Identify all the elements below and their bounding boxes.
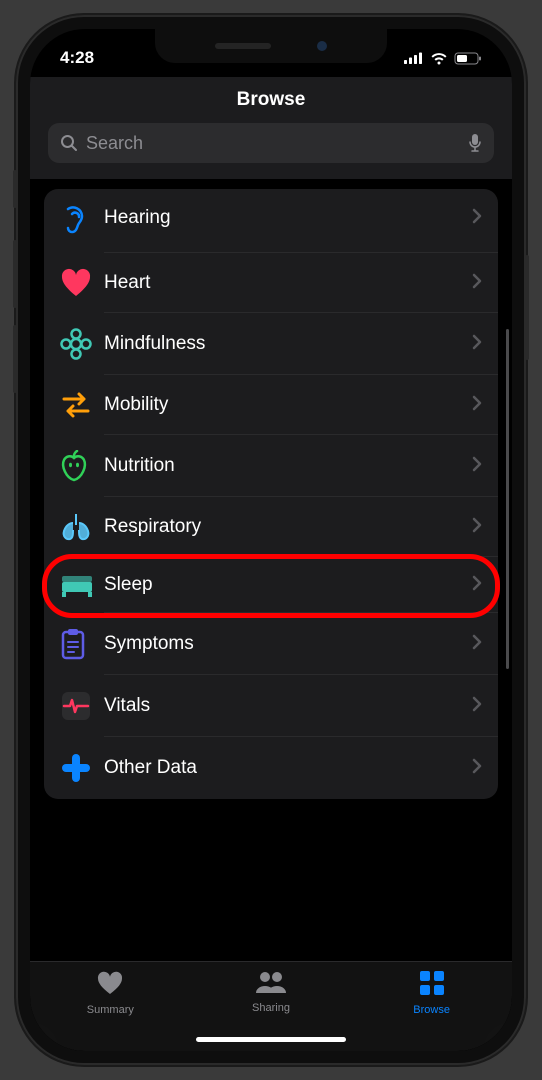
category-row-respiratory[interactable]: Respiratory <box>44 497 498 557</box>
page-title: Browse <box>48 89 494 123</box>
chevron-right-icon <box>472 456 482 477</box>
chevron-right-icon <box>472 575 482 596</box>
category-row-hearing[interactable]: Hearing <box>44 189 498 253</box>
category-label: Nutrition <box>104 455 472 477</box>
category-row-mobility[interactable]: Mobility <box>44 375 498 435</box>
other-icon <box>60 752 104 784</box>
scroll-indicator[interactable] <box>506 329 509 669</box>
symptoms-icon <box>60 628 104 660</box>
search-icon <box>60 134 78 152</box>
category-label: Heart <box>104 272 472 294</box>
respiratory-icon <box>60 512 104 542</box>
chevron-right-icon <box>472 395 482 416</box>
content: Hearing Heart Mindfulness Mobility Nutri… <box>30 179 512 961</box>
category-list: Hearing Heart Mindfulness Mobility Nutri… <box>44 189 498 799</box>
tab-browse[interactable]: Browse <box>357 970 507 1051</box>
hearing-icon <box>60 201 104 235</box>
category-row-mindfulness[interactable]: Mindfulness <box>44 313 498 375</box>
chevron-right-icon <box>472 517 482 538</box>
tab-label: Sharing <box>252 1002 290 1014</box>
screen: 4:28 Browse <box>30 29 512 1051</box>
heart-icon <box>60 268 104 298</box>
header: Browse <box>30 77 512 179</box>
cellular-icon <box>404 52 424 64</box>
sleep-icon <box>60 572 104 598</box>
battery-icon <box>454 52 482 65</box>
category-label: Respiratory <box>104 516 472 538</box>
category-label: Mobility <box>104 394 472 416</box>
phone-frame: 4:28 Browse <box>16 15 526 1065</box>
category-label: Other Data <box>104 757 472 779</box>
category-row-sleep[interactable]: Sleep <box>44 557 498 613</box>
tab-label: Browse <box>413 1004 450 1016</box>
category-row-nutrition[interactable]: Nutrition <box>44 435 498 497</box>
home-indicator[interactable] <box>196 1037 346 1042</box>
mobility-icon <box>60 390 104 420</box>
mic-icon[interactable] <box>468 133 482 153</box>
status-time: 4:28 <box>60 48 94 68</box>
tab-summary[interactable]: Summary <box>35 970 185 1051</box>
status-icons <box>404 52 482 65</box>
category-label: Mindfulness <box>104 333 472 355</box>
category-row-symptoms[interactable]: Symptoms <box>44 613 498 675</box>
category-row-vitals[interactable]: Vitals <box>44 675 498 737</box>
chevron-right-icon <box>472 273 482 294</box>
category-label: Hearing <box>104 207 472 229</box>
search-bar[interactable] <box>48 123 494 163</box>
browse-tab-icon <box>419 970 445 1001</box>
category-label: Vitals <box>104 695 472 717</box>
category-row-heart[interactable]: Heart <box>44 253 498 313</box>
category-row-other[interactable]: Other Data <box>44 737 498 799</box>
chevron-right-icon <box>472 334 482 355</box>
category-label: Sleep <box>104 574 472 596</box>
sharing-tab-icon <box>254 970 288 999</box>
summary-tab-icon <box>96 970 124 1001</box>
search-input[interactable] <box>86 133 460 154</box>
category-label: Symptoms <box>104 633 472 655</box>
nutrition-icon <box>60 450 104 482</box>
mindfulness-icon <box>60 328 104 360</box>
tab-label: Summary <box>87 1004 134 1016</box>
wifi-icon <box>430 52 448 65</box>
chevron-right-icon <box>472 758 482 779</box>
vitals-icon <box>60 690 104 722</box>
chevron-right-icon <box>472 208 482 229</box>
chevron-right-icon <box>472 696 482 717</box>
notch <box>155 29 387 63</box>
chevron-right-icon <box>472 634 482 655</box>
